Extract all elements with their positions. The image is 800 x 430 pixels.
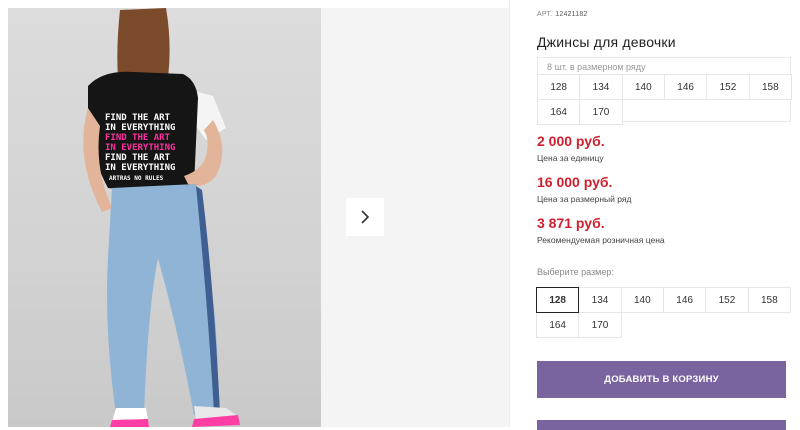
size-row-item: 146 bbox=[663, 74, 708, 100]
size-row-item: 170 bbox=[579, 99, 623, 125]
size-row-grid: 128 134 140 146 152 158 164 170 bbox=[537, 74, 792, 125]
unit-price: 2 000 руб. bbox=[537, 133, 605, 149]
row-price-label: Цена за размерный ряд bbox=[537, 194, 632, 204]
row-price: 16 000 руб. bbox=[537, 174, 613, 190]
size-option[interactable]: 140 bbox=[620, 287, 664, 313]
print-line-5: FIND THE ART bbox=[105, 153, 171, 163]
size-row-item: 134 bbox=[579, 74, 623, 100]
row-price-block: 16 000 руб. Цена за размерный ряд bbox=[537, 174, 631, 204]
article-value: 12421182 bbox=[555, 11, 588, 18]
choose-size-label: Выберите размер: bbox=[537, 267, 614, 277]
size-option[interactable]: 152 bbox=[705, 287, 749, 313]
product-title: Джинсы для девочки bbox=[537, 34, 676, 50]
product-photo[interactable]: FIND THE ART IN EVERYTHING FIND THE ART … bbox=[8, 8, 321, 427]
size-row-item: 128 bbox=[537, 74, 581, 100]
size-row-item: 158 bbox=[748, 74, 792, 100]
size-row-box: 8 шт. в размерном ряду 128 134 140 146 1… bbox=[537, 57, 792, 125]
print-line-6: IN EVERYTHING bbox=[105, 163, 175, 173]
size-selector: 128 134 140 146 152 158 164 170 bbox=[536, 287, 791, 338]
print-line-1: FIND THE ART bbox=[105, 113, 171, 123]
retail-price-label: Рекомендуемая розничная цена bbox=[537, 235, 665, 245]
size-option[interactable]: 164 bbox=[536, 312, 580, 338]
retail-price-block: 3 871 руб. Рекомендуемая розничная цена bbox=[537, 215, 665, 245]
next-image-button[interactable] bbox=[346, 198, 384, 236]
unit-price-label: Цена за единицу bbox=[537, 153, 604, 163]
secondary-action-button[interactable] bbox=[537, 420, 786, 430]
chevron-right-icon bbox=[361, 210, 370, 224]
size-row-item: 152 bbox=[706, 74, 750, 100]
size-row-item: 164 bbox=[537, 99, 581, 125]
article-label: АРТ. bbox=[537, 11, 553, 18]
size-option[interactable]: 134 bbox=[578, 287, 622, 313]
retail-price: 3 871 руб. bbox=[537, 215, 605, 231]
print-line-4: IN EVERYTHING bbox=[105, 143, 175, 153]
print-line-3: FIND THE ART bbox=[105, 133, 171, 143]
size-row-caption: 8 шт. в размерном ряду bbox=[547, 62, 646, 72]
girl-in-jeans-illustration: FIND THE ART IN EVERYTHING FIND THE ART … bbox=[83, 8, 240, 427]
print-line-7: ARTRAS NO RULES bbox=[109, 175, 164, 182]
size-option-selected[interactable]: 128 bbox=[536, 287, 580, 313]
add-to-cart-button[interactable]: ДОБАВИТЬ В КОРЗИНУ bbox=[537, 361, 786, 398]
article-number: АРТ. 12421182 bbox=[537, 11, 588, 18]
panel-divider bbox=[509, 0, 510, 427]
size-option[interactable]: 170 bbox=[578, 312, 622, 338]
size-option[interactable]: 146 bbox=[662, 287, 707, 313]
size-option[interactable]: 158 bbox=[747, 287, 791, 313]
size-row-item: 140 bbox=[621, 74, 665, 100]
print-line-2: IN EVERYTHING bbox=[105, 123, 175, 133]
unit-price-block: 2 000 руб. Цена за единицу bbox=[537, 133, 605, 163]
